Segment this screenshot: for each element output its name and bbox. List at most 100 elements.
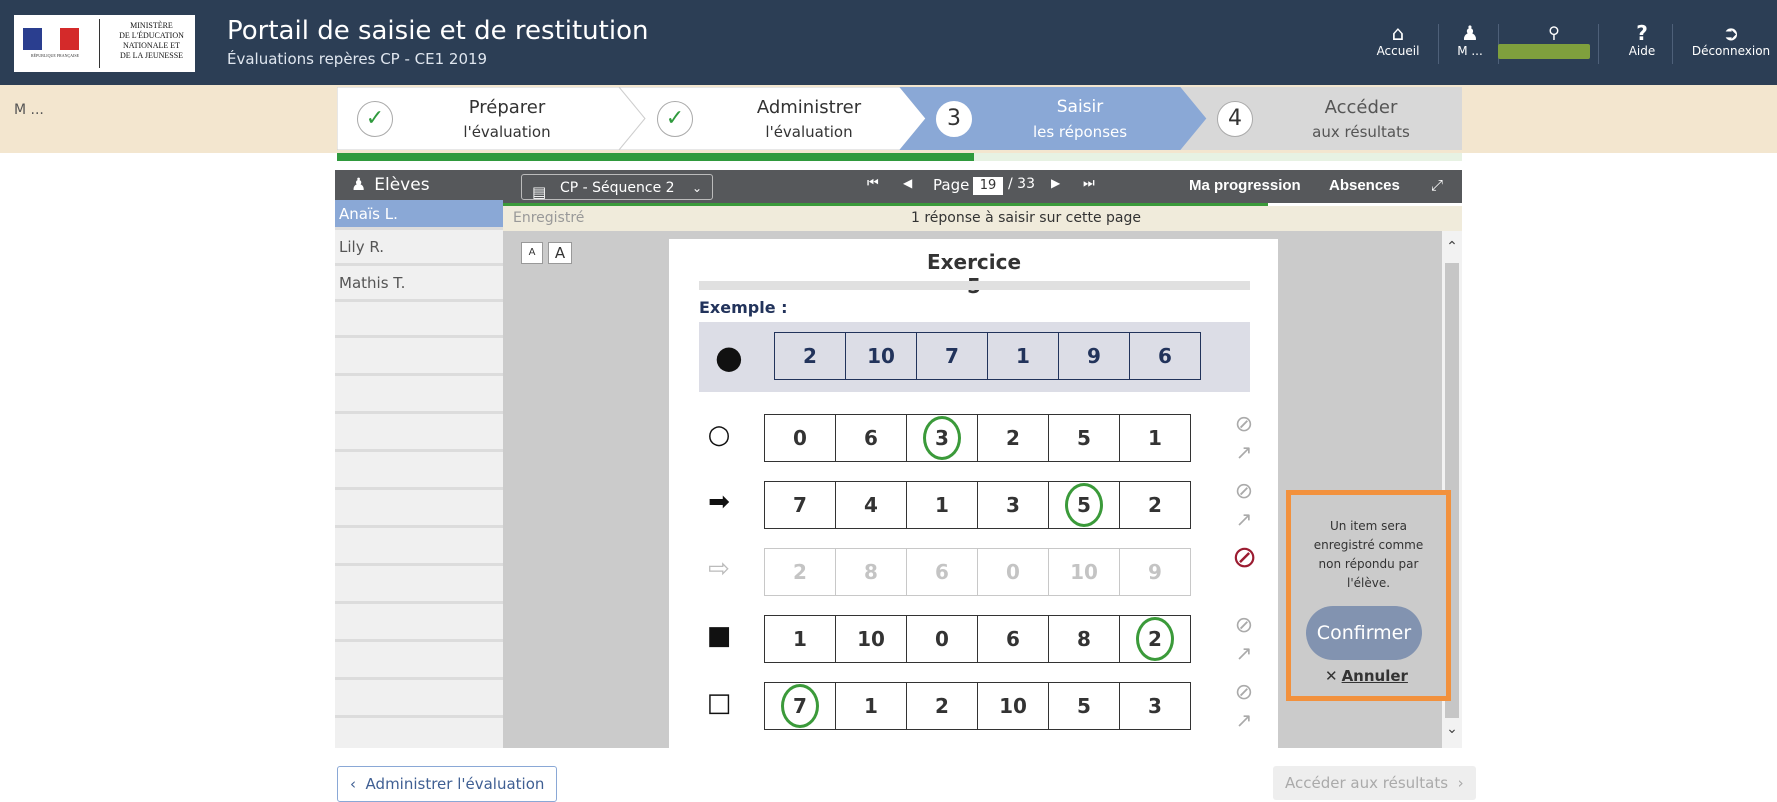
answer-cell[interactable]: 2 (977, 414, 1049, 462)
answer-cell[interactable]: 5 (1048, 682, 1120, 730)
french-flag-icon (23, 28, 80, 50)
student-item[interactable]: Lily R. (335, 230, 503, 266)
answer-cell[interactable]: 0 (977, 548, 1049, 596)
answer-cell[interactable]: 2 (1119, 481, 1191, 529)
answer-cell[interactable]: 7 (764, 481, 836, 529)
go-to-results-button[interactable]: Accéder aux résultats › (1273, 766, 1476, 800)
answer-cell[interactable]: 6 (906, 548, 978, 596)
answer-cell-selected[interactable]: 5 (1048, 481, 1120, 529)
step-results[interactable]: 4 Accéder aux résultats (1181, 87, 1462, 150)
confirm-button[interactable]: Confirmer (1306, 606, 1422, 660)
my-progress-link[interactable]: Ma progression (1189, 177, 1301, 194)
answer-cell[interactable]: 8 (1048, 615, 1120, 663)
answer-cell[interactable]: 1 (906, 481, 978, 529)
scroll-up-icon[interactable]: ⌃ (1442, 239, 1462, 255)
ministry-name: MINISTÈRE DE L'ÉDUCATION NATIONALE ET DE… (119, 21, 184, 60)
example-cell: 6 (1129, 332, 1201, 380)
answer-cell[interactable]: 10 (1048, 548, 1120, 596)
fullscreen-icon[interactable]: ⤢ (1431, 176, 1443, 194)
student-empty-row (335, 530, 503, 566)
page-input[interactable]: 19 (973, 177, 1003, 195)
group-icon: ♟ (1461, 21, 1479, 45)
answer-cell-selected[interactable]: 7 (764, 682, 836, 730)
no-answer-icon[interactable]: ⊘ (1232, 613, 1256, 639)
answer-cell[interactable]: 4 (835, 481, 907, 529)
student-empty-row (335, 682, 503, 718)
answer-cell[interactable]: 5 (1048, 414, 1120, 462)
example-cell: 10 (845, 332, 917, 380)
last-page-icon[interactable]: ⏭ (1083, 176, 1095, 191)
answer-row: 1 10 0 6 8 2 (764, 615, 1191, 663)
no-answer-active-icon[interactable]: ⊘ (1232, 543, 1257, 573)
open-answer-icon[interactable]: ↗ (1232, 439, 1256, 465)
font-larger-button[interactable]: A (548, 242, 572, 264)
selected-ring (781, 684, 819, 728)
page-label: Page (933, 176, 970, 194)
student-empty-row (335, 454, 503, 490)
sequence-select[interactable]: ▤ CP - Séquence 2 ⌄ (521, 174, 713, 201)
answer-row-unanswered: 2 8 6 0 10 9 (764, 548, 1191, 596)
student-empty-row (335, 606, 503, 642)
nav-home[interactable]: ⌂ Accueil (1374, 22, 1422, 58)
answer-cell[interactable]: 8 (835, 548, 907, 596)
font-smaller-button[interactable]: A (521, 242, 543, 264)
no-answer-icon[interactable]: ⊘ (1232, 479, 1256, 505)
answer-cell[interactable]: 10 (977, 682, 1049, 730)
answer-cell[interactable]: 0 (906, 615, 978, 663)
selected-ring (1065, 483, 1103, 527)
no-answer-icon[interactable]: ⊘ (1232, 412, 1256, 438)
chevron-right-icon: › (1457, 774, 1464, 792)
chevron-down-icon: ⌄ (691, 181, 702, 195)
first-page-icon[interactable]: ⏮ (867, 176, 879, 191)
nav-logout[interactable]: ➲ Déconnexion (1690, 22, 1772, 58)
check-icon: ✓ (657, 101, 693, 137)
outline-arrow-icon: ⇨ (708, 554, 730, 584)
open-answer-icon[interactable]: ↗ (1232, 707, 1256, 733)
user-name-redacted (1498, 44, 1590, 59)
scroll-down-icon[interactable]: ⌄ (1442, 721, 1462, 737)
nav-group[interactable]: ♟ M ... (1452, 22, 1488, 58)
empty-square-icon: □ (706, 688, 732, 718)
step-administer[interactable]: ✓ Administrer l'évaluation (619, 87, 900, 150)
exercise-title: Exercice 5 (926, 250, 1022, 298)
student-item[interactable]: Mathis T. (335, 266, 503, 302)
student-item[interactable]: Anaïs L. (335, 200, 503, 230)
answer-cell[interactable]: 6 (835, 414, 907, 462)
app-title: Portail de saisie et de restitution (227, 16, 649, 46)
answer-cell[interactable]: 2 (906, 682, 978, 730)
example-cell: 7 (916, 332, 988, 380)
answer-cell-selected[interactable]: 3 (906, 414, 978, 462)
answer-cell[interactable]: 9 (1119, 548, 1191, 596)
answer-cell[interactable]: 1 (835, 682, 907, 730)
answer-cell[interactable]: 3 (1119, 682, 1191, 730)
next-page-icon[interactable]: ▶ (1051, 176, 1060, 190)
top-header: RÉPUBLIQUE FRANÇAISE MINISTÈRE DE L'ÉDUC… (0, 0, 1777, 85)
student-empty-row (335, 302, 503, 338)
step-prepare[interactable]: ✓ Préparer l'évaluation (337, 87, 619, 150)
no-answer-icon[interactable]: ⊘ (1232, 680, 1256, 706)
answer-cell[interactable]: 0 (764, 414, 836, 462)
answer-cell[interactable]: 1 (764, 615, 836, 663)
open-answer-icon[interactable]: ↗ (1232, 506, 1256, 532)
answer-cell[interactable]: 3 (977, 481, 1049, 529)
prev-page-icon[interactable]: ◀ (903, 176, 912, 190)
step-enter-answers[interactable]: 3 Saisir les réponses (900, 87, 1181, 150)
confirm-no-answer-popup: Un item sera enregistré comme non répond… (1286, 490, 1451, 701)
book-icon: ▤ (532, 183, 547, 201)
answer-cell[interactable]: 1 (1119, 414, 1191, 462)
open-answer-icon[interactable]: ↗ (1232, 640, 1256, 666)
logout-icon: ➲ (1722, 21, 1740, 45)
answer-cell-selected[interactable]: 2 (1119, 615, 1191, 663)
absences-link[interactable]: Absences (1329, 177, 1400, 194)
answer-cell[interactable]: 6 (977, 615, 1049, 663)
nav-user[interactable]: ⚲ (1536, 22, 1572, 44)
answer-cell[interactable]: 10 (835, 615, 907, 663)
example-row: 2 10 7 1 9 6 (774, 332, 1201, 380)
back-to-administer-button[interactable]: ‹ Administrer l'évaluation (337, 766, 558, 802)
cancel-link[interactable]: ✕ Annuler (1325, 667, 1408, 685)
answer-row: 7 1 2 10 5 3 (764, 682, 1191, 730)
home-icon: ⌂ (1391, 21, 1405, 45)
nav-help[interactable]: ? Aide (1622, 22, 1662, 58)
filled-square-icon: ■ (706, 621, 732, 651)
answer-cell[interactable]: 2 (764, 548, 836, 596)
